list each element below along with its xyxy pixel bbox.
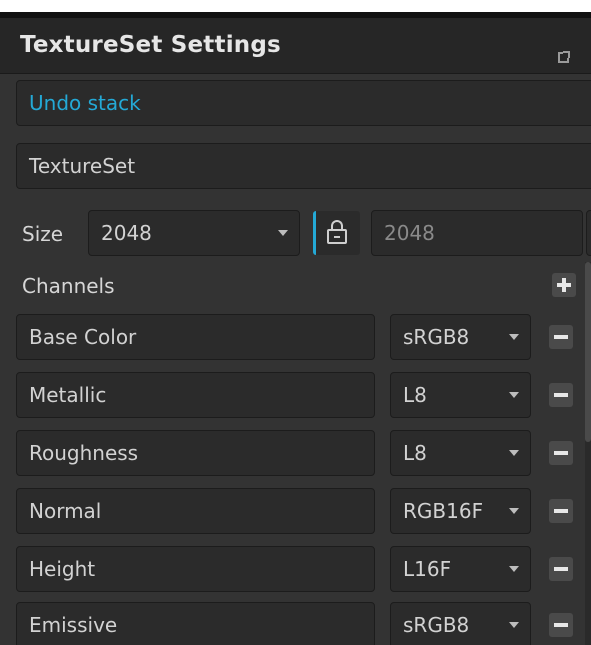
channel-name-field[interactable]: Base Color xyxy=(16,314,375,360)
channel-format-dropdown[interactable]: L16F xyxy=(390,546,531,592)
chevron-down-icon xyxy=(509,508,519,514)
channel-format-dropdown[interactable]: sRGB8 xyxy=(390,314,531,360)
channel-name: Height xyxy=(29,557,96,581)
channel-format-dropdown[interactable]: RGB16F xyxy=(390,488,531,534)
channel-format: RGB16F xyxy=(403,499,484,523)
undo-stack-label: Undo stack xyxy=(29,91,141,115)
channel-name: Roughness xyxy=(29,441,139,465)
channel-name-field[interactable]: Normal xyxy=(16,488,375,534)
channel-name-field[interactable]: Height xyxy=(16,546,375,592)
scrollbar-thumb[interactable] xyxy=(585,262,591,442)
channel-name-field[interactable]: Emissive xyxy=(16,602,375,645)
size-label: Size xyxy=(22,222,64,246)
remove-channel-button[interactable] xyxy=(549,383,573,407)
channel-format: L8 xyxy=(403,441,427,465)
chevron-down-icon xyxy=(509,450,519,456)
add-channel-button[interactable] xyxy=(552,273,576,297)
chevron-down-icon xyxy=(509,334,519,340)
panel-titlebar: TextureSet Settings xyxy=(0,18,591,74)
textureset-settings-panel: TextureSet Settings Undo stack TextureSe… xyxy=(0,0,591,645)
size-width-value: 2048 xyxy=(101,221,152,245)
channel-name: Normal xyxy=(29,499,102,523)
channel-name-field[interactable]: Roughness xyxy=(16,430,375,476)
lock-icon-body xyxy=(327,229,347,244)
size-width-dropdown[interactable]: 2048 xyxy=(88,210,300,256)
channel-format-dropdown[interactable]: sRGB8 xyxy=(390,602,531,645)
size-extra-control[interactable] xyxy=(586,210,591,256)
channel-format: sRGB8 xyxy=(403,325,470,349)
channel-format-dropdown[interactable]: L8 xyxy=(390,430,531,476)
remove-channel-button[interactable] xyxy=(549,557,573,581)
chevron-down-icon xyxy=(509,622,519,628)
size-height-value: 2048 xyxy=(384,221,435,245)
channel-format: L8 xyxy=(403,383,427,407)
chevron-down-icon xyxy=(509,566,519,572)
channel-format: sRGB8 xyxy=(403,613,470,637)
channel-name: Base Color xyxy=(29,325,137,349)
channel-format: L16F xyxy=(403,557,452,581)
channel-name: Metallic xyxy=(29,383,107,407)
channel-name-field[interactable]: Metallic xyxy=(16,372,375,418)
remove-channel-button[interactable] xyxy=(549,325,573,349)
remove-channel-button[interactable] xyxy=(549,441,573,465)
chevron-down-icon xyxy=(278,230,288,236)
remove-channel-button[interactable] xyxy=(549,613,573,637)
channel-format-dropdown[interactable]: L8 xyxy=(390,372,531,418)
textureset-name: TextureSet xyxy=(29,154,136,178)
popout-icon[interactable] xyxy=(558,51,570,63)
size-lock-button[interactable] xyxy=(313,211,360,255)
remove-channel-button[interactable] xyxy=(549,499,573,523)
chevron-down-icon xyxy=(509,392,519,398)
undo-stack-field[interactable]: Undo stack xyxy=(16,80,591,126)
channel-name: Emissive xyxy=(29,613,118,637)
size-height-field: 2048 xyxy=(371,210,583,256)
channels-label: Channels xyxy=(22,274,115,298)
panel-title: TextureSet Settings xyxy=(20,32,281,58)
textureset-name-field[interactable]: TextureSet xyxy=(16,143,591,189)
top-edge xyxy=(0,0,591,12)
